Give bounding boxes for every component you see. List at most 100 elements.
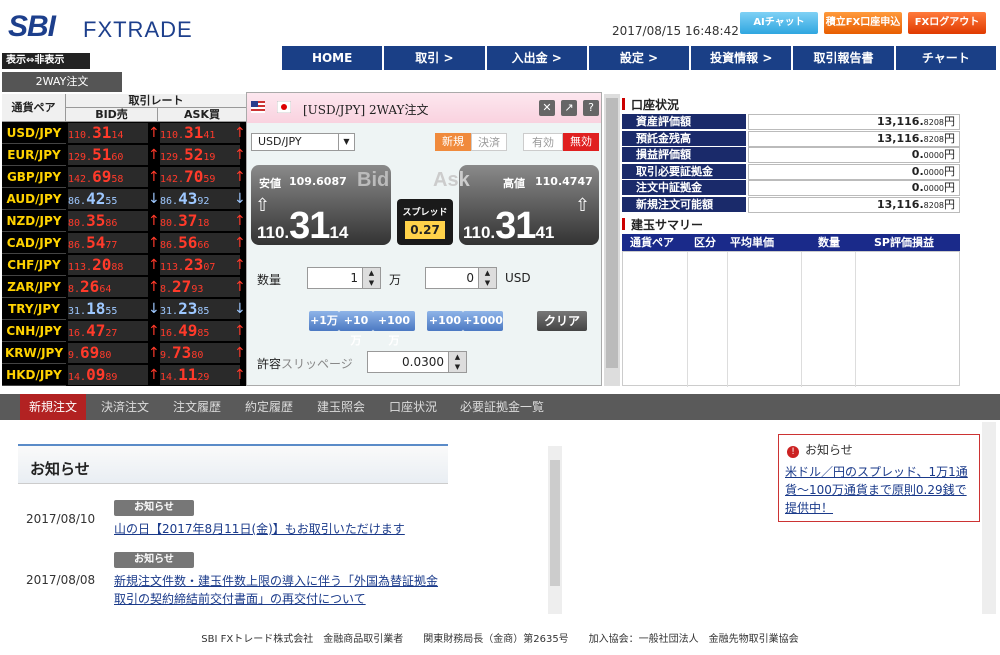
settle-order-button[interactable]: 決済 (471, 133, 507, 151)
rate-row[interactable]: ZAR/JPY 8.2664 ↑ 8.2793 ↑ (2, 276, 246, 298)
add-1man-button[interactable]: +1万 (309, 311, 339, 331)
bid-rate[interactable]: 14.0989 (68, 365, 148, 385)
ask-rate[interactable]: 113.2307 (160, 255, 240, 275)
notice-scrollbar[interactable] (982, 422, 996, 614)
bid-label: Bid (357, 169, 390, 191)
rate-pair[interactable]: EUR/JPY (2, 144, 66, 166)
bid-rate[interactable]: 8.2664 (68, 277, 148, 297)
nav-trade[interactable]: 取引 > (384, 46, 485, 70)
bid-price-box[interactable]: 安値 109.6087 Bid ⇧ 110.3114 (251, 165, 391, 247)
ask-rate[interactable]: 80.3718 (160, 211, 240, 231)
rate-pair[interactable]: KRW/JPY (2, 342, 66, 364)
rate-pair[interactable]: GBP/JPY (2, 166, 66, 188)
ask-rate[interactable]: 142.7059 (160, 167, 240, 187)
bid-rate[interactable]: 86.4255 (68, 189, 148, 209)
rate-row[interactable]: KRW/JPY 9.6980 ↑ 9.7380 ↑ (2, 342, 246, 364)
clear-button[interactable]: クリア (537, 311, 587, 331)
slippage-input[interactable]: 0.0300 ▲ ▼ (367, 351, 467, 373)
news-link[interactable]: 山の日【2017年8月11日(金)】もお取引いただけます (114, 520, 434, 538)
add-10man-button[interactable]: +10万 (339, 311, 373, 347)
tsumitate-fx-apply-button[interactable]: 積立FX口座申込 (824, 12, 902, 34)
scrollbar-thumb[interactable] (606, 98, 618, 368)
sbi-fxtrade-logo[interactable]: SBI FXTRADE (8, 10, 192, 46)
dialog-scrollbar[interactable] (604, 94, 620, 386)
bid-rate[interactable]: 9.6980 (68, 343, 148, 363)
dialog-titlebar[interactable]: [USD/JPY] 2WAY注文 ✕ ↗ ? (247, 93, 601, 123)
tab-settle-order[interactable]: 決済注文 (92, 394, 158, 420)
rate-pair[interactable]: USD/JPY (2, 122, 66, 144)
popout-icon[interactable]: ↗ (561, 100, 577, 116)
rate-pair[interactable]: TRY/JPY (2, 298, 66, 320)
news-link[interactable]: 新規注文件数・建玉件数上限の導入に伴う「外国為替証拠金取引の契約締結前交付書面」… (114, 572, 440, 608)
bid-rate[interactable]: 113.2088 (68, 255, 148, 275)
nav-deposit[interactable]: 入出金 > (486, 46, 587, 70)
ask-rate[interactable]: 86.4392 (160, 189, 240, 209)
nav-investment-info[interactable]: 投資情報 > (691, 46, 792, 70)
invalid-button[interactable]: 無効 (563, 133, 599, 151)
ask-rate[interactable]: 129.5219 (160, 145, 240, 165)
show-hide-toggle[interactable]: 表示⇔非表示 (2, 53, 90, 69)
ask-rate[interactable]: 8.2793 (160, 277, 240, 297)
add-100-button[interactable]: +100 (427, 311, 463, 331)
rate-row[interactable]: CNH/JPY 16.4727 ↑ 16.4985 ↑ (2, 320, 246, 342)
scrollbar-thumb[interactable] (550, 460, 560, 586)
nav-settings[interactable]: 設定 > (588, 46, 690, 70)
usd-stepper[interactable]: ▲ ▼ (478, 268, 496, 288)
ask-rate[interactable]: 110.3141 (160, 123, 240, 143)
add-1000-button[interactable]: +1000 (463, 311, 503, 331)
rate-row[interactable]: HKD/JPY 14.0989 ↑ 14.1129 ↑ (2, 364, 246, 386)
rate-pair[interactable]: CNH/JPY (2, 320, 66, 342)
tab-execution-history[interactable]: 約定履歴 (236, 394, 302, 420)
tab-account-status[interactable]: 口座状況 (380, 394, 446, 420)
valid-button[interactable]: 有効 (523, 133, 563, 151)
tab-position-inquiry[interactable]: 建玉照会 (308, 394, 374, 420)
rate-row[interactable]: AUD/JPY 86.4255 ↓ 86.4392 ↓ (2, 188, 246, 210)
usd-input[interactable]: 0 ▲ ▼ (425, 267, 497, 289)
help-icon[interactable]: ? (583, 100, 599, 116)
tab-new-order[interactable]: 新規注文 (20, 394, 86, 420)
rate-row[interactable]: EUR/JPY 129.5160 ↑ 129.5219 ↑ (2, 144, 246, 166)
bid-rate[interactable]: 16.4727 (68, 321, 148, 341)
rate-pair[interactable]: CHF/JPY (2, 254, 66, 276)
ask-rate[interactable]: 86.5666 (160, 233, 240, 253)
ask-rate[interactable]: 16.4985 (160, 321, 240, 341)
new-order-button[interactable]: 新規 (435, 133, 471, 151)
ask-price-box[interactable]: Ask 高値 110.4747 ⇧ 110.3141 (433, 165, 599, 247)
rate-pair[interactable]: CAD/JPY (2, 232, 66, 254)
ask-rate[interactable]: 9.7380 (160, 343, 240, 363)
pair-select[interactable]: USD/JPY ▼ (251, 133, 355, 151)
tab-order-history[interactable]: 注文履歴 (164, 394, 230, 420)
bid-rate[interactable]: 86.5477 (68, 233, 148, 253)
qty-input[interactable]: 1 ▲ ▼ (307, 267, 381, 289)
spread-notice-link[interactable]: 米ドル／円のスプレッド、1万1通貨〜100万通貨まで原則0.29銭で提供中！ (785, 463, 977, 517)
rate-pair[interactable]: HKD/JPY (2, 364, 66, 386)
rate-row[interactable]: NZD/JPY 80.3586 ↑ 80.3718 ↑ (2, 210, 246, 232)
tab-2way-order[interactable]: 2WAY注文 (2, 72, 122, 92)
rate-pair[interactable]: NZD/JPY (2, 210, 66, 232)
bid-rate[interactable]: 129.5160 (68, 145, 148, 165)
nav-home[interactable]: HOME (282, 46, 383, 70)
nav-chart[interactable]: チャート (895, 46, 996, 70)
bid-rate[interactable]: 110.3114 (68, 123, 148, 143)
tab-margin-list[interactable]: 必要証拠金一覧 (452, 394, 552, 420)
rate-row[interactable]: CAD/JPY 86.5477 ↑ 86.5666 ↑ (2, 232, 246, 254)
close-icon[interactable]: ✕ (539, 100, 555, 116)
rate-row[interactable]: USD/JPY 110.3114 ↑ 110.3141 ↑ (2, 122, 246, 144)
rate-row[interactable]: GBP/JPY 142.6958 ↑ 142.7059 ↑ (2, 166, 246, 188)
ask-rate[interactable]: 14.1129 (160, 365, 240, 385)
ai-chat-button[interactable]: AIチャット (740, 12, 818, 34)
nav-trade-report[interactable]: 取引報告書 (793, 46, 894, 70)
bid-rate[interactable]: 80.3586 (68, 211, 148, 231)
news-scrollbar[interactable] (548, 446, 562, 614)
fx-logout-button[interactable]: FXログアウト (908, 12, 986, 34)
rate-row[interactable]: TRY/JPY 31.1855 ↓ 31.2385 ↓ (2, 298, 246, 320)
bid-rate[interactable]: 142.6958 (68, 167, 148, 187)
qty-stepper[interactable]: ▲ ▼ (362, 268, 380, 288)
add-100man-button[interactable]: +100万 (373, 311, 415, 347)
rate-row[interactable]: CHF/JPY 113.2088 ↑ 113.2307 ↑ (2, 254, 246, 276)
ask-rate[interactable]: 31.2385 (160, 299, 240, 319)
rate-pair[interactable]: ZAR/JPY (2, 276, 66, 298)
slippage-stepper[interactable]: ▲ ▼ (448, 352, 466, 372)
rate-pair[interactable]: AUD/JPY (2, 188, 66, 210)
bid-rate[interactable]: 31.1855 (68, 299, 148, 319)
